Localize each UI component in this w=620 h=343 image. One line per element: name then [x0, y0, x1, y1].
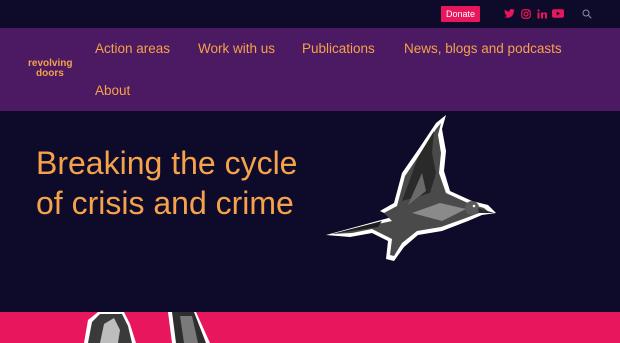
- instagram-icon[interactable]: [520, 7, 532, 20]
- hero-headline: Breaking the cycle of crisis and crime: [36, 143, 336, 223]
- nav-item-action-areas[interactable]: Action areas: [95, 41, 170, 56]
- logo-text-line2: doors: [36, 68, 64, 79]
- nav-item-publications[interactable]: Publications: [302, 41, 375, 56]
- nav-item-about[interactable]: About: [95, 83, 130, 98]
- site-logo[interactable]: revolving doors: [28, 59, 84, 79]
- hero-headline-line1: Breaking the cycle: [36, 145, 298, 181]
- top-utility-bar: Donate: [0, 0, 620, 28]
- twitter-icon[interactable]: [503, 7, 515, 20]
- linkedin-icon[interactable]: [536, 7, 548, 20]
- hero-headline-line2: of crisis and crime: [36, 185, 294, 221]
- nav-item-work-with-us[interactable]: Work with us: [198, 41, 275, 56]
- nav-item-news-blogs-podcasts[interactable]: News, blogs and podcasts: [404, 41, 562, 56]
- donate-button[interactable]: Donate: [441, 6, 480, 22]
- search-icon[interactable]: [581, 7, 593, 20]
- youtube-icon[interactable]: [551, 7, 564, 20]
- person-photo: [84, 312, 210, 343]
- bird-illustration: [326, 115, 496, 261]
